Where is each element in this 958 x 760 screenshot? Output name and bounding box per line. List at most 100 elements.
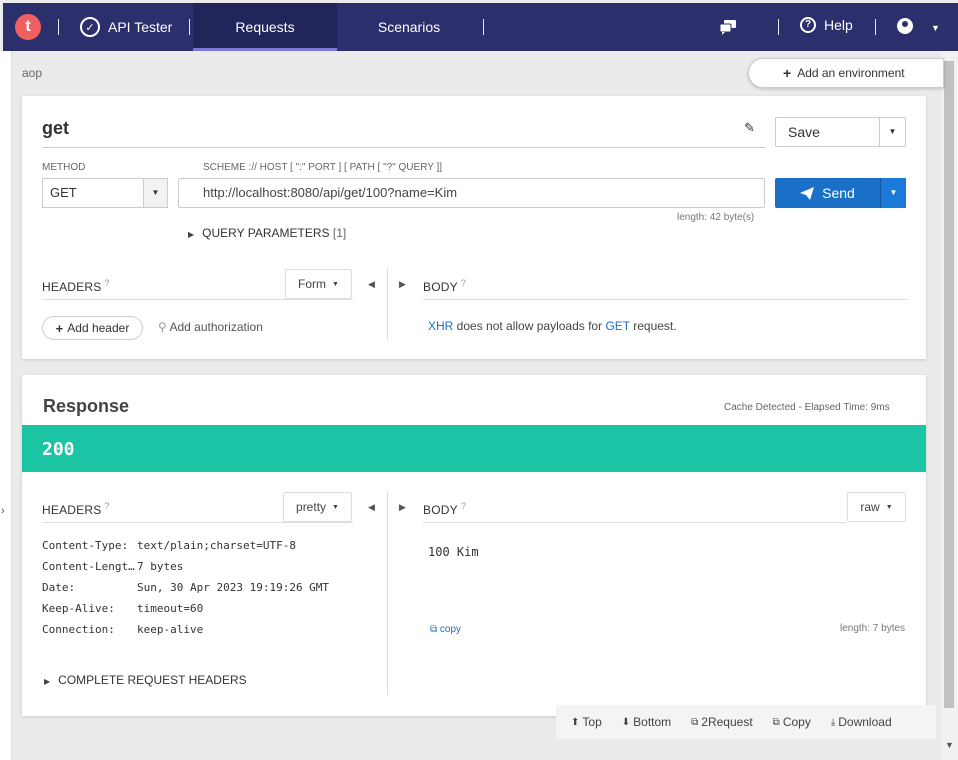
- xhr-link[interactable]: XHR: [428, 319, 453, 333]
- add-header-button[interactable]: + Add header: [42, 316, 143, 340]
- add-environment-button[interactable]: + Add an environment: [748, 58, 944, 88]
- header-key: Content-Type:: [42, 539, 129, 552]
- add-environment-label: Add an environment: [797, 66, 905, 80]
- key-icon: ⚲: [158, 320, 167, 334]
- nav-divider: [189, 19, 190, 35]
- query-parameters-label: QUERY PARAMETERS: [202, 226, 330, 240]
- expand-left-icon[interactable]: ›: [1, 505, 5, 517]
- response-body[interactable]: 100 Kim: [428, 545, 479, 559]
- chevron-down-icon[interactable]: ▼: [931, 23, 940, 33]
- brand-link[interactable]: ✓ API Tester: [80, 17, 172, 37]
- plus-icon: +: [55, 320, 64, 336]
- save-label: Save: [788, 124, 820, 140]
- raw-label: raw: [860, 500, 880, 514]
- query-parameters-toggle[interactable]: ▶ QUERY PARAMETERS [1]: [188, 226, 346, 240]
- info-icon[interactable]: ?: [461, 501, 466, 511]
- body-msg-end: request.: [629, 319, 677, 333]
- pencil-icon[interactable]: ✎: [744, 120, 755, 136]
- body-message: XHR does not allow payloads for GET requ…: [428, 319, 677, 333]
- method-value: GET: [50, 185, 77, 200]
- add-header-label: Add header: [67, 321, 130, 335]
- body-label: BODY: [423, 503, 458, 517]
- download-label: Download: [838, 715, 892, 729]
- bottom-button[interactable]: ⬇ Bottom: [622, 715, 671, 729]
- divider: [423, 299, 907, 300]
- add-authorization-link[interactable]: ⚲ Add authorization: [158, 320, 263, 334]
- to-request-button[interactable]: ⧉ 2Request: [691, 715, 753, 729]
- bottom-label: Bottom: [633, 715, 672, 729]
- info-icon[interactable]: ?: [104, 278, 109, 288]
- copy-label: Copy: [782, 715, 811, 729]
- user-icon[interactable]: [897, 18, 913, 34]
- copy-button[interactable]: ⧉ Copy: [773, 715, 811, 729]
- divider: [42, 299, 353, 300]
- nav-divider: [58, 19, 59, 35]
- header-key: Keep-Alive:: [42, 602, 115, 615]
- request-name-field[interactable]: get: [42, 118, 766, 148]
- copy-label: copy: [439, 624, 462, 635]
- nav-divider: [483, 19, 484, 35]
- header-key: Connection:: [42, 623, 115, 636]
- info-icon[interactable]: ?: [461, 278, 466, 288]
- breadcrumb[interactable]: aop: [22, 66, 42, 80]
- collapse-right-icon[interactable]: ▶: [399, 502, 406, 513]
- copy-icon: ⧉: [430, 624, 438, 635]
- send-label: Send: [822, 185, 855, 201]
- url-input[interactable]: http://localhost:8080/api/get/100?name=K…: [178, 178, 765, 208]
- send-main[interactable]: Send: [775, 178, 880, 208]
- response-headers-table: Content-Type: text/plain;charset=UTF-8 Co…: [42, 539, 329, 644]
- header-row: Connection: keep-alive: [42, 623, 329, 644]
- scrollbar-thumb[interactable]: [944, 61, 954, 708]
- divider: [42, 522, 353, 523]
- response-headers-heading: HEADERS?: [42, 501, 110, 517]
- send-button[interactable]: Send ▼: [775, 178, 906, 208]
- top-label: Top: [582, 715, 602, 729]
- brand-label: API Tester: [108, 19, 173, 35]
- status-code: 200: [42, 439, 75, 460]
- header-row: Content-Type: text/plain;charset=UTF-8: [42, 539, 329, 560]
- header-row: Content-Lengt… 7 bytes: [42, 560, 329, 581]
- response-length: length: 7 bytes: [840, 623, 906, 634]
- headers-mode-dropdown[interactable]: Form ▼: [285, 269, 352, 299]
- chevron-down-icon[interactable]: ▼: [880, 178, 906, 208]
- save-button[interactable]: Save ▼: [775, 117, 906, 147]
- scroll-down-icon[interactable]: ▼: [945, 740, 954, 750]
- body-format-dropdown[interactable]: raw ▼: [847, 492, 906, 522]
- nav-divider: [778, 19, 779, 35]
- tab-scenarios[interactable]: Scenarios: [337, 3, 481, 51]
- tab-requests[interactable]: Requests: [193, 3, 337, 51]
- method-label: METHOD: [42, 162, 86, 173]
- url-length: length: 42 byte(s): [677, 212, 755, 223]
- copy-link[interactable]: ⧉ copy: [430, 624, 461, 635]
- to-request-label: 2Request: [701, 715, 753, 729]
- collapse-left-icon[interactable]: ◀: [368, 279, 375, 290]
- chat-icon[interactable]: [719, 19, 737, 35]
- divider: [423, 522, 847, 523]
- collapse-right-icon[interactable]: ▶: [399, 279, 406, 290]
- help-label: Help: [824, 17, 853, 33]
- splitter[interactable]: [387, 491, 388, 695]
- get-link[interactable]: GET: [605, 319, 629, 333]
- chevron-down-icon: ▼: [885, 503, 893, 511]
- help-link[interactable]: ? Help: [800, 17, 853, 33]
- app-logo[interactable]: t: [15, 14, 41, 40]
- header-key: Content-Lengt…: [42, 560, 135, 573]
- info-icon[interactable]: ?: [104, 501, 109, 511]
- complete-request-headers-toggle[interactable]: ▶ COMPLETE REQUEST HEADERS: [44, 673, 247, 687]
- splitter[interactable]: [387, 268, 388, 340]
- help-icon: ?: [800, 17, 816, 33]
- top-button[interactable]: ⬆ Top: [571, 715, 602, 729]
- headers-label: HEADERS: [42, 280, 102, 294]
- download-button[interactable]: ⤓ Download: [831, 715, 892, 729]
- pretty-label: pretty: [296, 500, 327, 514]
- chevron-down-icon: ▼: [332, 280, 339, 288]
- arrow-up-circle-icon: ⬆: [571, 716, 580, 728]
- method-select[interactable]: GET ▼: [42, 178, 168, 208]
- top-navbar: t ✓ API Tester Requests Scenarios ? Help…: [3, 3, 958, 51]
- chevron-down-icon[interactable]: ▼: [879, 118, 905, 146]
- headers-format-dropdown[interactable]: pretty ▼: [283, 492, 352, 522]
- left-panel-edge: [0, 51, 12, 760]
- copy-icon: ⧉: [772, 716, 780, 728]
- collapse-left-icon[interactable]: ◀: [368, 502, 375, 513]
- paper-plane-icon: [800, 186, 815, 200]
